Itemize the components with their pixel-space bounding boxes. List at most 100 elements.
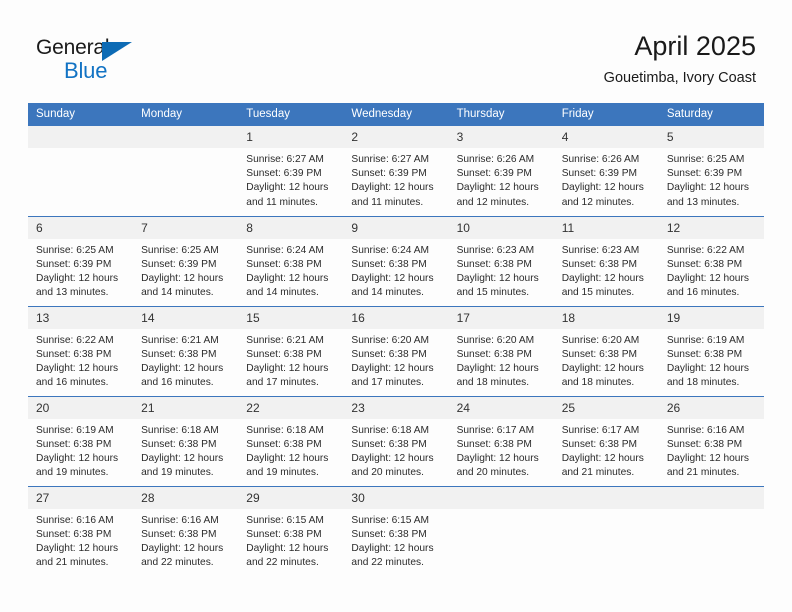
day-number [133,126,239,148]
day-number: 30 [343,486,449,509]
daylight-text-line1: Daylight: 12 hours [141,542,224,554]
daylight-text-line2: and 22 minutes. [351,557,424,569]
day-sun-info [133,148,238,153]
calendar-day-cell[interactable]: 8 Sunrise: 6:24 AM Sunset: 6:38 PM Daylight… [238,215,344,306]
day-sun-info [659,509,764,514]
calendar-day-cell[interactable]: 4 Sunrise: 6:26 AM Sunset: 6:39 PM Daylight… [553,126,659,216]
sunset-text: Sunset: 6:38 PM [351,438,427,450]
calendar-day-cell[interactable]: 21 Sunrise: 6:18 AM Sunset: 6:38 PM Dayligh… [133,395,239,486]
daylight-text-line1: Daylight: 12 hours [666,182,749,194]
daylight-text-line1: Daylight: 12 hours [36,272,119,284]
calendar-day-cell[interactable]: 15 Sunrise: 6:21 AM Sunset: 6:38 PM Dayligh… [238,305,344,396]
daylight-text-line2: and 16 minutes. [141,377,214,389]
calendar-day-cell[interactable]: 19 Sunrise: 6:19 AM Sunset: 6:38 PM Dayligh… [658,305,764,396]
calendar-day-cell[interactable]: 7 Sunrise: 6:25 AM Sunset: 6:39 PM Daylight… [133,215,239,306]
daylight-text-line2: and 19 minutes. [141,467,214,479]
daylight-text-line2: and 11 minutes. [351,196,424,208]
day-number: 25 [553,396,659,419]
calendar-day-cell[interactable]: 2 Sunrise: 6:27 AM Sunset: 6:39 PM Daylight… [343,126,449,216]
sunrise-text: Sunrise: 6:17 AM [456,424,535,436]
sunset-text: Sunset: 6:38 PM [561,348,638,360]
sunrise-text: Sunrise: 6:20 AM [456,334,535,346]
day-number [658,486,764,509]
daylight-text-line2: and 14 minutes. [351,287,424,299]
calendar-day-cell[interactable]: 1 Sunrise: 6:27 AM Sunset: 6:39 PM Daylight… [238,126,344,216]
calendar-week-row: 13 Sunrise: 6:22 AM Sunset: 6:38 PM Dayligh… [28,305,764,396]
calendar-day-cell[interactable]: 10 Sunrise: 6:23 AM Sunset: 6:38 PM Dayligh… [448,215,554,306]
daylight-text-line1: Daylight: 12 hours [351,362,434,374]
calendar-day-cell[interactable]: 20 Sunrise: 6:19 AM Sunset: 6:38 PM Dayligh… [28,395,134,486]
calendar-day-cell[interactable]: 30 Sunrise: 6:15 AM Sunset: 6:38 PM Dayligh… [343,485,449,576]
weekday-header-saturday: Saturday [658,103,764,126]
month-calendar-grid: Sunday Monday Tuesday Wednesday Thursday… [28,103,764,576]
weekday-header-friday: Friday [553,103,659,126]
daylight-text-line2: and 19 minutes. [36,467,109,479]
calendar-day-cell[interactable]: 25 Sunrise: 6:17 AM Sunset: 6:38 PM Dayligh… [553,395,659,486]
sunrise-text: Sunrise: 6:15 AM [246,514,324,526]
weekday-header-tuesday: Tuesday [238,103,344,126]
sunrise-text: Sunrise: 6:23 AM [561,244,640,256]
calendar-day-cell[interactable]: 22 Sunrise: 6:18 AM Sunset: 6:38 PM Dayligh… [238,395,344,486]
day-sun-info: Sunrise: 6:25 AM Sunset: 6:39 PM Daylight:… [659,148,764,210]
day-number: 12 [658,216,764,239]
daylight-text-line1: Daylight: 12 hours [351,182,434,194]
calendar-day-cell[interactable]: 18 Sunrise: 6:20 AM Sunset: 6:38 PM Dayligh… [553,305,659,396]
daylight-text-line2: and 13 minutes. [36,287,109,299]
day-number [553,486,659,509]
sunrise-text: Sunrise: 6:23 AM [456,244,535,256]
calendar-day-cell[interactable]: 6 Sunrise: 6:25 AM Sunset: 6:39 PM Daylight… [28,215,134,306]
calendar-page: General Blue April 2025 Gouetimba, Ivory… [0,0,792,612]
day-number [448,486,554,509]
sunrise-text: Sunrise: 6:20 AM [351,334,430,346]
calendar-day-cell[interactable]: 24 Sunrise: 6:17 AM Sunset: 6:38 PM Dayligh… [448,395,554,486]
sunrise-text: Sunrise: 6:26 AM [561,154,640,165]
calendar-day-cell-empty [28,126,134,216]
daylight-text-line1: Daylight: 12 hours [36,362,119,374]
day-sun-info: Sunrise: 6:16 AM Sunset: 6:38 PM Daylight:… [659,419,764,481]
calendar-day-cell[interactable]: 12 Sunrise: 6:22 AM Sunset: 6:38 PM Dayligh… [658,215,764,306]
day-sun-info: Sunrise: 6:24 AM Sunset: 6:38 PM Daylight:… [238,239,343,301]
daylight-text-line1: Daylight: 12 hours [456,182,539,194]
general-blue-logo[interactable]: General Blue [36,36,166,84]
weekday-header-thursday: Thursday [448,103,554,126]
sunset-text: Sunset: 6:38 PM [561,258,638,270]
calendar-day-cell[interactable]: 27 Sunrise: 6:16 AM Sunset: 6:38 PM Dayligh… [28,485,134,576]
calendar-day-cell[interactable]: 13 Sunrise: 6:22 AM Sunset: 6:38 PM Dayligh… [28,305,134,396]
sunset-text: Sunset: 6:38 PM [666,348,743,360]
daylight-text-line2: and 22 minutes. [141,557,214,569]
calendar-day-cell[interactable]: 23 Sunrise: 6:18 AM Sunset: 6:38 PM Dayligh… [343,395,449,486]
day-sun-info: Sunrise: 6:21 AM Sunset: 6:38 PM Daylight:… [238,329,343,391]
daylight-text-line2: and 20 minutes. [456,467,530,479]
title-block: April 2025 Gouetimba, Ivory Coast [604,30,756,88]
sunrise-text: Sunrise: 6:17 AM [561,424,640,436]
calendar-day-cell[interactable]: 26 Sunrise: 6:16 AM Sunset: 6:38 PM Dayligh… [658,395,764,486]
day-number: 26 [658,396,764,419]
calendar-week-row: 20 Sunrise: 6:19 AM Sunset: 6:38 PM Dayligh… [28,395,764,486]
daylight-text-line1: Daylight: 12 hours [666,362,749,374]
calendar-day-cell[interactable]: 9 Sunrise: 6:24 AM Sunset: 6:38 PM Daylight… [343,215,449,306]
sunrise-text: Sunrise: 6:21 AM [141,334,219,346]
day-number: 16 [343,306,449,329]
sunrise-text: Sunrise: 6:20 AM [561,334,640,346]
calendar-day-cell[interactable]: 16 Sunrise: 6:20 AM Sunset: 6:38 PM Dayligh… [343,305,449,396]
calendar-day-cell[interactable]: 5 Sunrise: 6:25 AM Sunset: 6:39 PM Daylight… [658,126,764,216]
daylight-text-line1: Daylight: 12 hours [141,362,224,374]
day-number: 7 [133,216,239,239]
calendar-day-cell-empty [448,485,554,576]
sunset-text: Sunset: 6:38 PM [246,528,322,540]
calendar-day-cell[interactable]: 11 Sunrise: 6:23 AM Sunset: 6:38 PM Dayligh… [553,215,659,306]
calendar-day-cell[interactable]: 3 Sunrise: 6:26 AM Sunset: 6:39 PM Daylight… [448,126,554,216]
day-number: 6 [28,216,134,239]
calendar-body: 1 Sunrise: 6:27 AM Sunset: 6:39 PM Daylight… [28,126,764,576]
sunrise-text: Sunrise: 6:27 AM [351,154,430,165]
calendar-day-cell[interactable]: 29 Sunrise: 6:15 AM Sunset: 6:38 PM Dayligh… [238,485,344,576]
day-sun-info: Sunrise: 6:24 AM Sunset: 6:38 PM Daylight:… [343,239,448,301]
calendar-day-cell[interactable]: 17 Sunrise: 6:20 AM Sunset: 6:38 PM Dayligh… [448,305,554,396]
day-sun-info: Sunrise: 6:17 AM Sunset: 6:38 PM Daylight:… [554,419,659,481]
calendar-day-cell[interactable]: 14 Sunrise: 6:21 AM Sunset: 6:38 PM Dayligh… [133,305,239,396]
day-number: 5 [658,126,764,148]
calendar-day-cell[interactable]: 28 Sunrise: 6:16 AM Sunset: 6:38 PM Dayligh… [133,485,239,576]
sunset-text: Sunset: 6:39 PM [561,168,638,180]
sunrise-text: Sunrise: 6:16 AM [36,514,114,526]
day-sun-info: Sunrise: 6:25 AM Sunset: 6:39 PM Daylight:… [133,239,238,301]
